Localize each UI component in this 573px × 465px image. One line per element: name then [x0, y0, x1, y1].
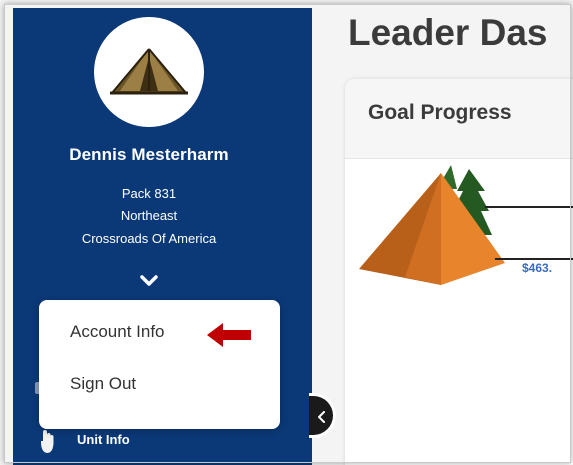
chevron-left-icon — [318, 411, 325, 423]
user-council: Crossroads Of America — [81, 231, 217, 246]
menu-item-account-info[interactable]: Account Info — [70, 322, 165, 342]
arrow-left-icon — [207, 323, 251, 347]
menu-item-sign-out[interactable]: Sign Out — [70, 374, 136, 394]
sidebar-collapse-button[interactable] — [309, 393, 336, 438]
app-window: Dennis Mesterharm Pack 831 Northeast Cro… — [0, 0, 573, 465]
card-header: Goal Progress — [345, 79, 573, 159]
collapse-toggle-body — [309, 396, 333, 435]
user-district: Northeast — [120, 208, 178, 223]
sidebar-item-unit-info[interactable]: Unit Info — [35, 428, 235, 454]
card-title: Goal Progress — [368, 101, 512, 124]
chevron-down-icon[interactable] — [138, 270, 160, 292]
user-pack: Pack 831 — [121, 186, 177, 201]
sidebar-item-label: Unit Info — [77, 432, 130, 447]
goal-progress-graphic — [359, 165, 573, 285]
user-name: Dennis Mesterharm — [69, 145, 229, 164]
hand-icon — [41, 430, 54, 453]
page-title: Leader Das — [348, 12, 548, 53]
account-menu: Account Info Sign Out — [39, 300, 280, 429]
goal-amount: $463. — [522, 261, 553, 275]
avatar[interactable] — [94, 17, 204, 127]
goal-progress-card: Goal Progress $463. — [345, 79, 573, 465]
tent-icon — [110, 48, 188, 95]
